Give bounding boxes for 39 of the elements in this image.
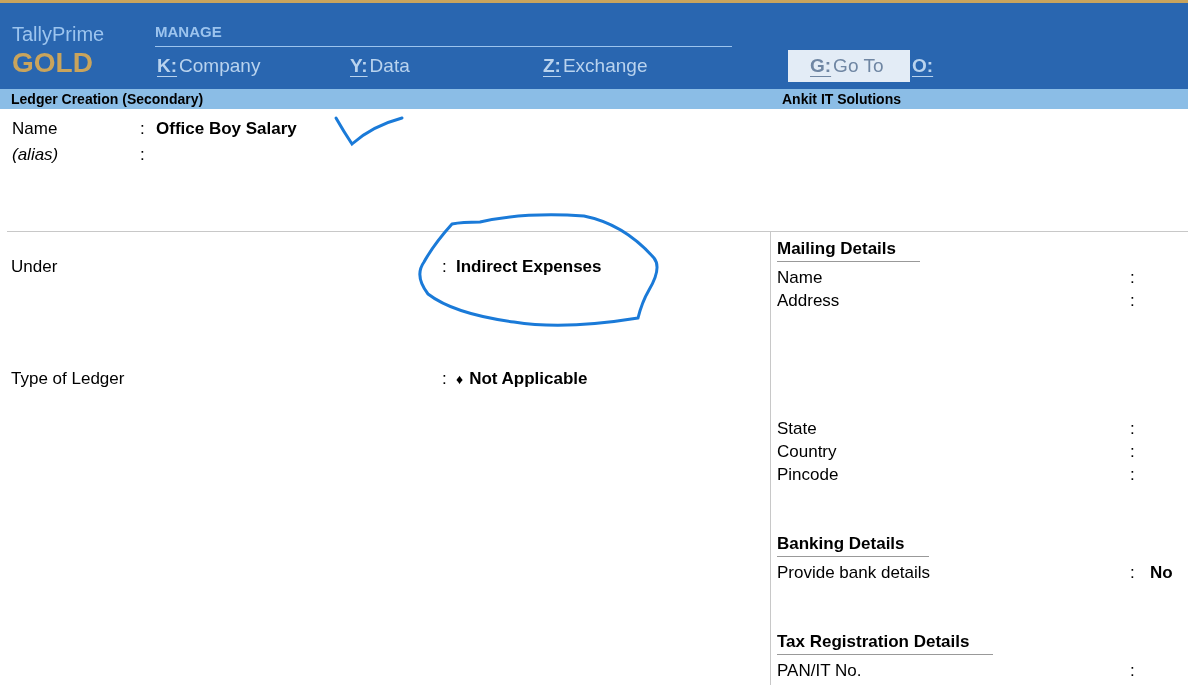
colon: : — [1130, 465, 1136, 485]
colon: : — [1130, 291, 1136, 311]
field-label: Type of Ledger — [11, 369, 126, 389]
field-label: Provide bank details — [777, 563, 932, 583]
colon: : — [442, 257, 448, 277]
field-value[interactable]: Indirect Expenses — [456, 257, 602, 277]
field-value[interactable]: No — [1150, 563, 1173, 583]
colon: : — [140, 145, 146, 165]
colon: : — [1130, 419, 1136, 439]
colon: : — [140, 119, 146, 139]
field-label: (alias) — [11, 145, 60, 165]
colon: : — [1130, 268, 1136, 288]
menu-item[interactable]: O: — [910, 50, 1103, 82]
field-value[interactable]: Office Boy Salary — [156, 119, 297, 139]
menu-item[interactable]: K:Company — [155, 50, 348, 82]
field-label: Name — [777, 268, 824, 288]
field-label: Under — [11, 257, 59, 277]
diamond-marker: ♦ — [456, 371, 464, 387]
field-label: Pincode — [777, 465, 840, 485]
field-label: Country — [777, 442, 838, 462]
product-name: TallyPrime — [12, 23, 106, 46]
colon: : — [1130, 563, 1136, 583]
menu-item[interactable]: Z:Exchange — [541, 50, 734, 82]
colon: : — [442, 369, 448, 389]
section-title: Banking Details — [777, 532, 929, 557]
field-label: Address — [777, 291, 841, 311]
section-title: Mailing Details — [777, 237, 921, 262]
field-value[interactable]: Not Applicable — [469, 369, 588, 389]
company-name: Ankit IT Solutions — [782, 91, 901, 107]
field-label: Name — [11, 119, 59, 139]
screen-title: Ledger Creation (Secondary) — [10, 91, 205, 107]
colon: : — [1130, 661, 1136, 681]
colon: : — [1130, 442, 1136, 462]
field-label: State — [777, 419, 818, 439]
menu-item[interactable]: Y:Data — [348, 50, 541, 82]
menu-title: MANAGE — [155, 23, 732, 47]
section-title: Tax Registration Details — [777, 630, 994, 655]
edition-name: GOLD — [12, 47, 94, 79]
field-label: PAN/IT No. — [777, 661, 863, 681]
